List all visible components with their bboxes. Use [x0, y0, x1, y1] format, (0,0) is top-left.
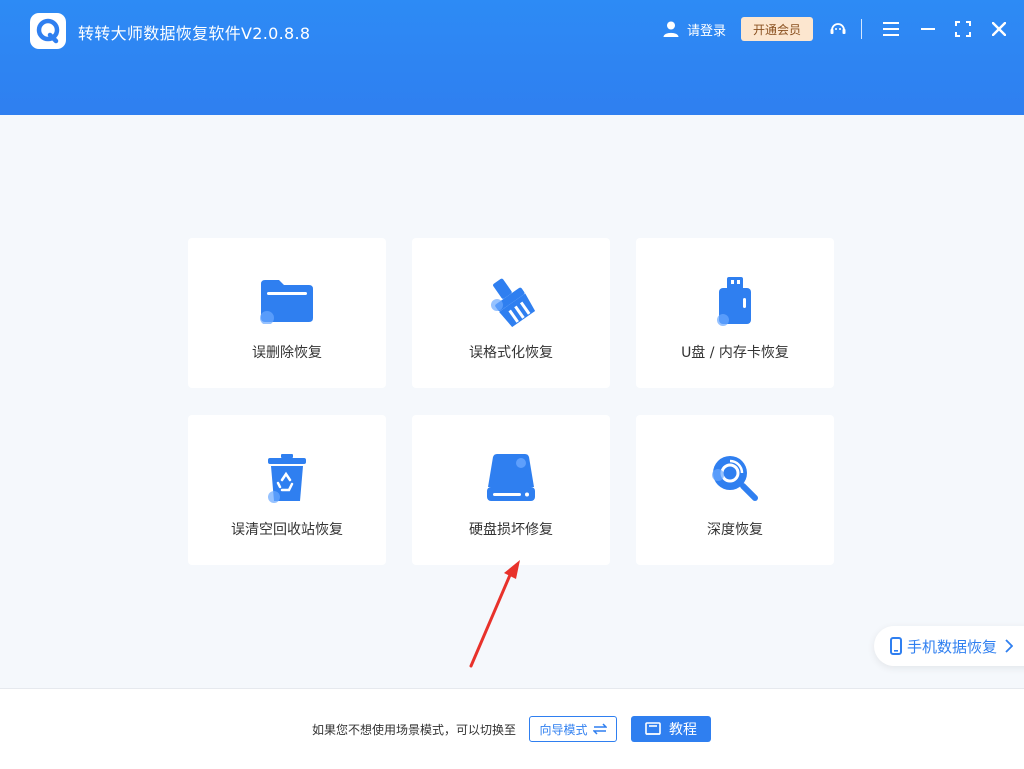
- card-label: 误删除恢复: [252, 345, 322, 361]
- app-logo: [30, 13, 66, 49]
- user-icon: [662, 20, 680, 38]
- broom-icon: [412, 276, 610, 327]
- title-bar: 转转大师数据恢复软件V2.0.8.8 请登录 开通会员: [0, 0, 1024, 115]
- minimize-icon[interactable]: [917, 18, 939, 40]
- card-label: 深度恢复: [707, 522, 763, 538]
- maximize-icon[interactable]: [952, 18, 974, 40]
- card-deleted-recovery[interactable]: 误删除恢复: [188, 238, 386, 388]
- menu-icon[interactable]: [880, 18, 902, 40]
- mobile-recovery-button[interactable]: 手机数据恢复: [874, 626, 1024, 666]
- card-label: 硬盘损坏修复: [469, 522, 553, 538]
- vip-button[interactable]: 开通会员: [741, 17, 813, 41]
- swap-icon: [592, 723, 607, 735]
- annotation-arrow: [469, 560, 520, 668]
- card-usb-recovery[interactable]: U盘 / 内存卡恢复: [636, 238, 834, 388]
- chevron-right-icon: [1005, 639, 1014, 653]
- card-label: 误格式化恢复: [469, 345, 553, 361]
- login-link[interactable]: 请登录: [662, 18, 726, 40]
- card-recycle-bin-recovery[interactable]: 误清空回收站恢复: [188, 415, 386, 565]
- app-logo-icon: [36, 18, 60, 44]
- close-icon[interactable]: [988, 18, 1010, 40]
- card-deep-recovery[interactable]: 深度恢复: [636, 415, 834, 565]
- tutorial-button[interactable]: 教程: [631, 716, 711, 742]
- usb-drive-icon: [636, 276, 834, 326]
- phone-icon: [890, 637, 902, 655]
- recycle-bin-icon: [188, 453, 386, 503]
- book-icon: [645, 722, 661, 736]
- app-title: 转转大师数据恢复软件V2.0.8.8: [78, 24, 311, 43]
- card-format-recovery[interactable]: 误格式化恢复: [412, 238, 610, 388]
- deep-scan-icon: [636, 453, 834, 503]
- guide-mode-label: 向导模式: [539, 722, 588, 737]
- tutorial-label: 教程: [669, 722, 697, 738]
- folder-icon: [188, 276, 386, 326]
- header-divider: [861, 19, 862, 39]
- card-hard-drive-repair[interactable]: 硬盘损坏修复: [412, 415, 610, 565]
- hard-drive-icon: [412, 453, 610, 503]
- support-icon[interactable]: [827, 18, 849, 40]
- footer-hint: 如果您不想使用场景模式，可以切换至: [312, 723, 517, 737]
- card-label: 误清空回收站恢复: [231, 522, 343, 538]
- card-label: U盘 / 内存卡恢复: [681, 345, 789, 361]
- footer-bar: 如果您不想使用场景模式，可以切换至 向导模式 教程: [0, 688, 1024, 769]
- mobile-recovery-label: 手机数据恢复: [907, 637, 998, 656]
- login-label: 请登录: [687, 23, 727, 39]
- guide-mode-button[interactable]: 向导模式: [529, 716, 617, 742]
